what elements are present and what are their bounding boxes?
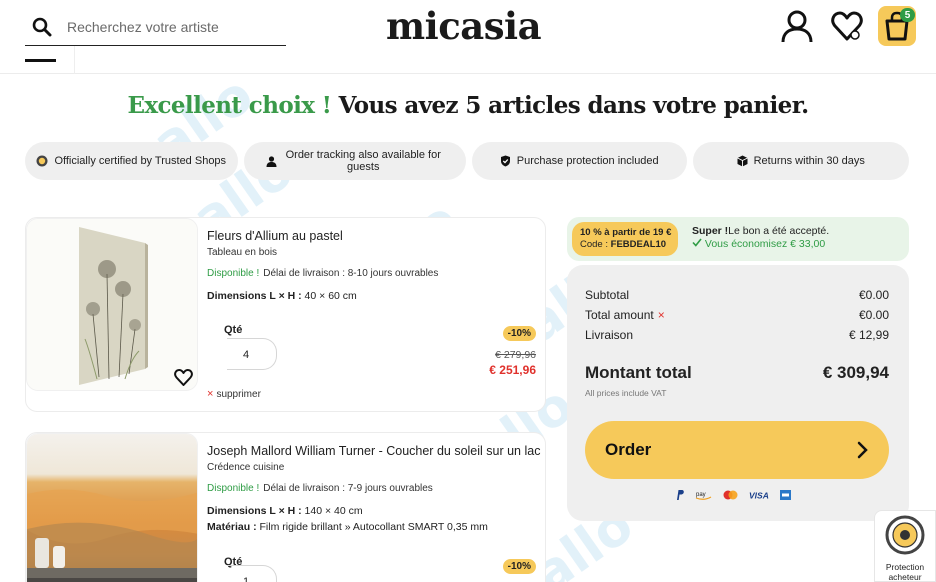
shield-check-icon bbox=[500, 155, 510, 167]
visa-icon: VISA bbox=[749, 491, 769, 501]
dimensions: Dimensions L × H : 140 × 40 cm bbox=[207, 505, 363, 517]
stock-status: Disponible ! bbox=[207, 483, 260, 494]
material: Matériau : Film rigide brillant » Autoco… bbox=[207, 521, 488, 533]
page-title: Excellent choix ! Vous avez 5 articles d… bbox=[0, 92, 936, 119]
search-input[interactable] bbox=[67, 18, 267, 35]
cart-count-badge: 5 bbox=[900, 8, 915, 22]
account-icon[interactable] bbox=[778, 6, 816, 46]
cart-button[interactable]: 5 bbox=[878, 6, 916, 46]
remove-button[interactable]: × supprimer bbox=[207, 388, 261, 400]
product-type: Crédence cuisine bbox=[207, 462, 285, 473]
trusted-shops-label: Protection acheteur bbox=[885, 562, 925, 582]
wishlist-icon[interactable] bbox=[828, 6, 866, 46]
vat-note: All prices include VAT bbox=[585, 388, 667, 398]
close-icon: × bbox=[657, 308, 665, 322]
mastercard-icon bbox=[723, 490, 738, 500]
check-icon bbox=[692, 238, 702, 247]
discount-badge: -10% bbox=[502, 326, 536, 341]
amex-icon bbox=[780, 490, 791, 500]
divider bbox=[74, 46, 75, 74]
close-icon: × bbox=[207, 388, 214, 400]
discount-badge: -10% bbox=[502, 559, 536, 574]
site-header: micasia 5 bbox=[0, 0, 936, 74]
search-bar bbox=[25, 8, 286, 46]
paypal-icon bbox=[677, 490, 684, 500]
stock-status: Disponible ! bbox=[207, 268, 260, 279]
badge-trusted-shops: Officially certified by Trusted Shops bbox=[25, 142, 238, 180]
badge-order-tracking: Order tracking also available for guests bbox=[243, 142, 466, 180]
promo-code-banner: 10 % à partir de 19 € Code : FEBDEAL10 S… bbox=[567, 217, 909, 261]
title-highlight: Excellent choix ! bbox=[127, 92, 332, 119]
svg-text:VISA: VISA bbox=[749, 491, 769, 501]
package-icon bbox=[736, 155, 748, 167]
order-button[interactable]: Order bbox=[585, 421, 889, 479]
person-icon bbox=[266, 155, 277, 167]
total-amount-row: Total amount × €0.00 bbox=[585, 308, 889, 322]
site-logo[interactable]: micasia bbox=[386, 4, 542, 48]
old-price: € 279,96 bbox=[495, 349, 536, 361]
cart-item: Fleurs d'Allium au pastel Tableau en boi… bbox=[25, 217, 546, 412]
savings: Vous économisez € 33,00 bbox=[692, 238, 825, 250]
badge-purchase-protection: Purchase protection included bbox=[471, 142, 687, 180]
shipping-row: Livraison € 12,99 bbox=[585, 328, 889, 342]
tab-indicator bbox=[25, 59, 56, 62]
promo-message: Super !Le bon a été accepté. Vous économ… bbox=[692, 225, 830, 250]
product-image[interactable] bbox=[26, 433, 198, 582]
badge-returns: Returns within 30 days bbox=[692, 142, 909, 180]
trust-badges: Officially certified by Trusted Shops Or… bbox=[25, 142, 909, 180]
delivery-time: Délai de livraison : 8-10 jours ouvrable… bbox=[263, 268, 439, 279]
cart-item: Joseph Mallord William Turner - Coucher … bbox=[25, 432, 546, 582]
grand-total-row: Montant total € 309,94 bbox=[585, 363, 889, 382]
dimensions: Dimensions L × H : 40 × 60 cm bbox=[207, 290, 357, 302]
product-name[interactable]: Fleurs d'Allium au pastel bbox=[207, 229, 343, 243]
amazon-pay-icon: pay bbox=[695, 492, 712, 500]
subtotal-row: Subtotal €0.00 bbox=[585, 288, 889, 302]
availability: Disponible ! Délai de livraison : 8-10 jo… bbox=[207, 268, 438, 279]
quantity-input[interactable]: 4 bbox=[227, 338, 277, 370]
chevron-right-icon bbox=[857, 441, 868, 459]
trusted-shops-seal-icon bbox=[885, 515, 925, 555]
trusted-shops-icon bbox=[36, 155, 48, 167]
product-name[interactable]: Joseph Mallord William Turner - Coucher … bbox=[207, 444, 540, 458]
delivery-time: Délai de livraison : 7-9 jours ouvrables bbox=[263, 483, 433, 494]
product-type: Tableau en bois bbox=[207, 247, 278, 258]
title-text: Vous avez 5 articles dans votre panier. bbox=[338, 92, 809, 119]
svg-text:pay: pay bbox=[696, 492, 706, 498]
promo-code: 10 % à partir de 19 € Code : FEBDEAL10 bbox=[572, 222, 678, 256]
order-summary: Subtotal €0.00 Total amount × €0.00 Livra… bbox=[567, 265, 909, 521]
qty-label: Qté bbox=[224, 324, 243, 336]
payment-methods: pay VISA bbox=[675, 489, 791, 501]
search-icon[interactable] bbox=[27, 17, 57, 37]
favorite-heart-icon[interactable] bbox=[172, 366, 194, 388]
trusted-shops-widget[interactable]: Protection acheteur bbox=[874, 510, 936, 582]
new-price: € 251,96 bbox=[489, 363, 536, 377]
availability: Disponible ! Délai de livraison : 7-9 jou… bbox=[207, 483, 433, 494]
quantity-input[interactable]: 1 bbox=[227, 565, 277, 582]
